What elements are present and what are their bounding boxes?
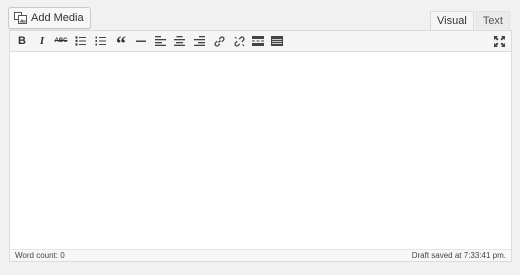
bold-button[interactable]: B [14,33,30,49]
editor-container: B I ABC “ Word count: 0 Draft saved at 7… [9,30,512,262]
fullscreen-button[interactable] [491,33,507,49]
strikethrough-button[interactable]: ABC [53,33,69,49]
link-icon [213,35,225,47]
editor-toolbar: B I ABC “ [10,31,511,54]
read-more-icon [252,36,264,46]
italic-icon: I [39,35,45,47]
editor-tabs: Visual Text [428,11,510,31]
bullet-list-icon [75,36,86,46]
numbered-list-icon [95,36,106,46]
horizontal-line-button[interactable] [133,33,149,49]
blockquote-button[interactable]: “ [113,33,129,54]
insert-link-button[interactable] [211,33,227,49]
align-right-icon [193,36,205,46]
add-media-label: Add Media [31,12,84,24]
media-icon [14,12,27,24]
word-count: Word count: 0 [15,251,65,260]
remove-link-button[interactable] [231,33,247,49]
align-center-icon [173,36,185,46]
kitchen-sink-icon [271,36,283,46]
align-center-button[interactable] [171,33,187,49]
draft-saved-status: Draft saved at 7:33:41 pm. [411,251,506,260]
unlink-icon [233,35,245,47]
horizontal-line-icon [136,40,146,42]
tab-text[interactable]: Text [475,11,510,30]
italic-button[interactable]: I [34,33,50,49]
editor-status-bar: Word count: 0 Draft saved at 7:33:41 pm. [10,249,511,261]
toolbar-toggle-button[interactable] [269,33,285,49]
align-right-button[interactable] [191,33,207,49]
align-left-icon [154,36,166,46]
strikethrough-icon: ABC [54,38,68,44]
numbered-list-button[interactable] [93,33,109,49]
bold-icon: B [18,35,26,47]
read-more-button[interactable] [250,33,266,49]
editor-content-area[interactable] [10,52,511,249]
quote-icon: “ [116,33,126,55]
bullet-list-button[interactable] [73,33,89,49]
align-left-button[interactable] [152,33,168,49]
tab-visual[interactable]: Visual [430,11,474,31]
add-media-button[interactable]: Add Media [8,7,91,29]
fullscreen-icon [493,35,505,47]
